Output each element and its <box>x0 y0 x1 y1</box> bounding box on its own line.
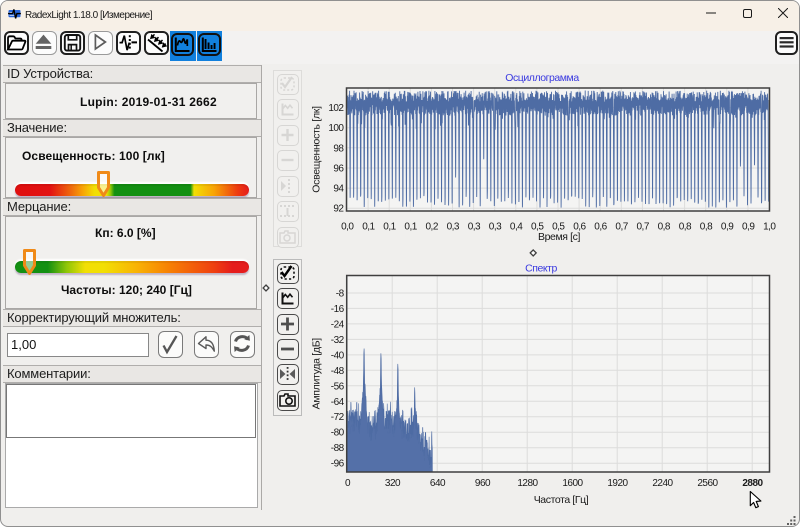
svg-text:0,1: 0,1 <box>404 221 417 232</box>
svg-text:-80: -80 <box>331 428 345 439</box>
svg-text:-88: -88 <box>331 443 345 454</box>
svg-text:640: 640 <box>430 478 446 489</box>
svg-text:2240: 2240 <box>652 478 673 489</box>
svg-text:-16: -16 <box>331 304 345 315</box>
svg-text:98: 98 <box>333 143 344 154</box>
svg-text:0,9: 0,9 <box>742 221 755 232</box>
svg-text:0,4: 0,4 <box>510 221 523 232</box>
svg-text:0,9: 0,9 <box>721 221 734 232</box>
svg-text:92: 92 <box>333 204 344 215</box>
svg-text:0,0: 0,0 <box>341 221 354 232</box>
svg-text:Освещенность [лк]: Освещенность [лк] <box>311 106 323 193</box>
svg-text:960: 960 <box>475 478 491 489</box>
svg-text:1,0: 1,0 <box>763 221 776 232</box>
svg-text:0,7: 0,7 <box>636 221 649 232</box>
svg-text:0,8: 0,8 <box>658 221 671 232</box>
svg-text:1920: 1920 <box>607 478 628 489</box>
svg-text:0,1: 0,1 <box>383 221 396 232</box>
svg-text:-56: -56 <box>331 381 345 392</box>
svg-text:2560: 2560 <box>697 478 718 489</box>
svg-text:-48: -48 <box>331 366 345 377</box>
svg-text:Частота [Гц]: Частота [Гц] <box>534 494 589 506</box>
svg-text:0,8: 0,8 <box>700 221 713 232</box>
svg-text:-64: -64 <box>331 397 345 408</box>
svg-text:0,3: 0,3 <box>447 221 460 232</box>
svg-text:0,6: 0,6 <box>594 221 607 232</box>
svg-text:0,1: 0,1 <box>362 221 375 232</box>
svg-text:-40: -40 <box>331 350 345 361</box>
svg-text:102: 102 <box>328 103 344 114</box>
svg-text:-32: -32 <box>331 335 345 346</box>
svg-text:-8: -8 <box>336 289 345 300</box>
svg-text:Амплитуда [дБ]: Амплитуда [дБ] <box>311 338 323 410</box>
svg-text:96: 96 <box>333 164 344 175</box>
svg-text:320: 320 <box>385 478 401 489</box>
svg-text:0: 0 <box>345 478 351 489</box>
svg-text:0,2: 0,2 <box>425 221 438 232</box>
svg-text:94: 94 <box>333 184 344 195</box>
svg-text:2880: 2880 <box>742 478 763 489</box>
svg-text:-96: -96 <box>331 459 345 470</box>
svg-text:-72: -72 <box>331 412 345 423</box>
svg-text:1280: 1280 <box>517 478 538 489</box>
svg-text:Спектр: Спектр <box>525 263 557 275</box>
svg-text:100: 100 <box>328 123 344 134</box>
svg-text:Время [с]: Время [с] <box>538 231 580 243</box>
svg-text:-24: -24 <box>331 319 345 330</box>
svg-text:0,3: 0,3 <box>489 221 502 232</box>
svg-text:0,8: 0,8 <box>679 221 692 232</box>
svg-text:0,7: 0,7 <box>615 221 628 232</box>
svg-text:1600: 1600 <box>562 478 583 489</box>
svg-text:Осциллограмма: Осциллограмма <box>505 72 579 84</box>
svg-text:0,3: 0,3 <box>468 221 481 232</box>
